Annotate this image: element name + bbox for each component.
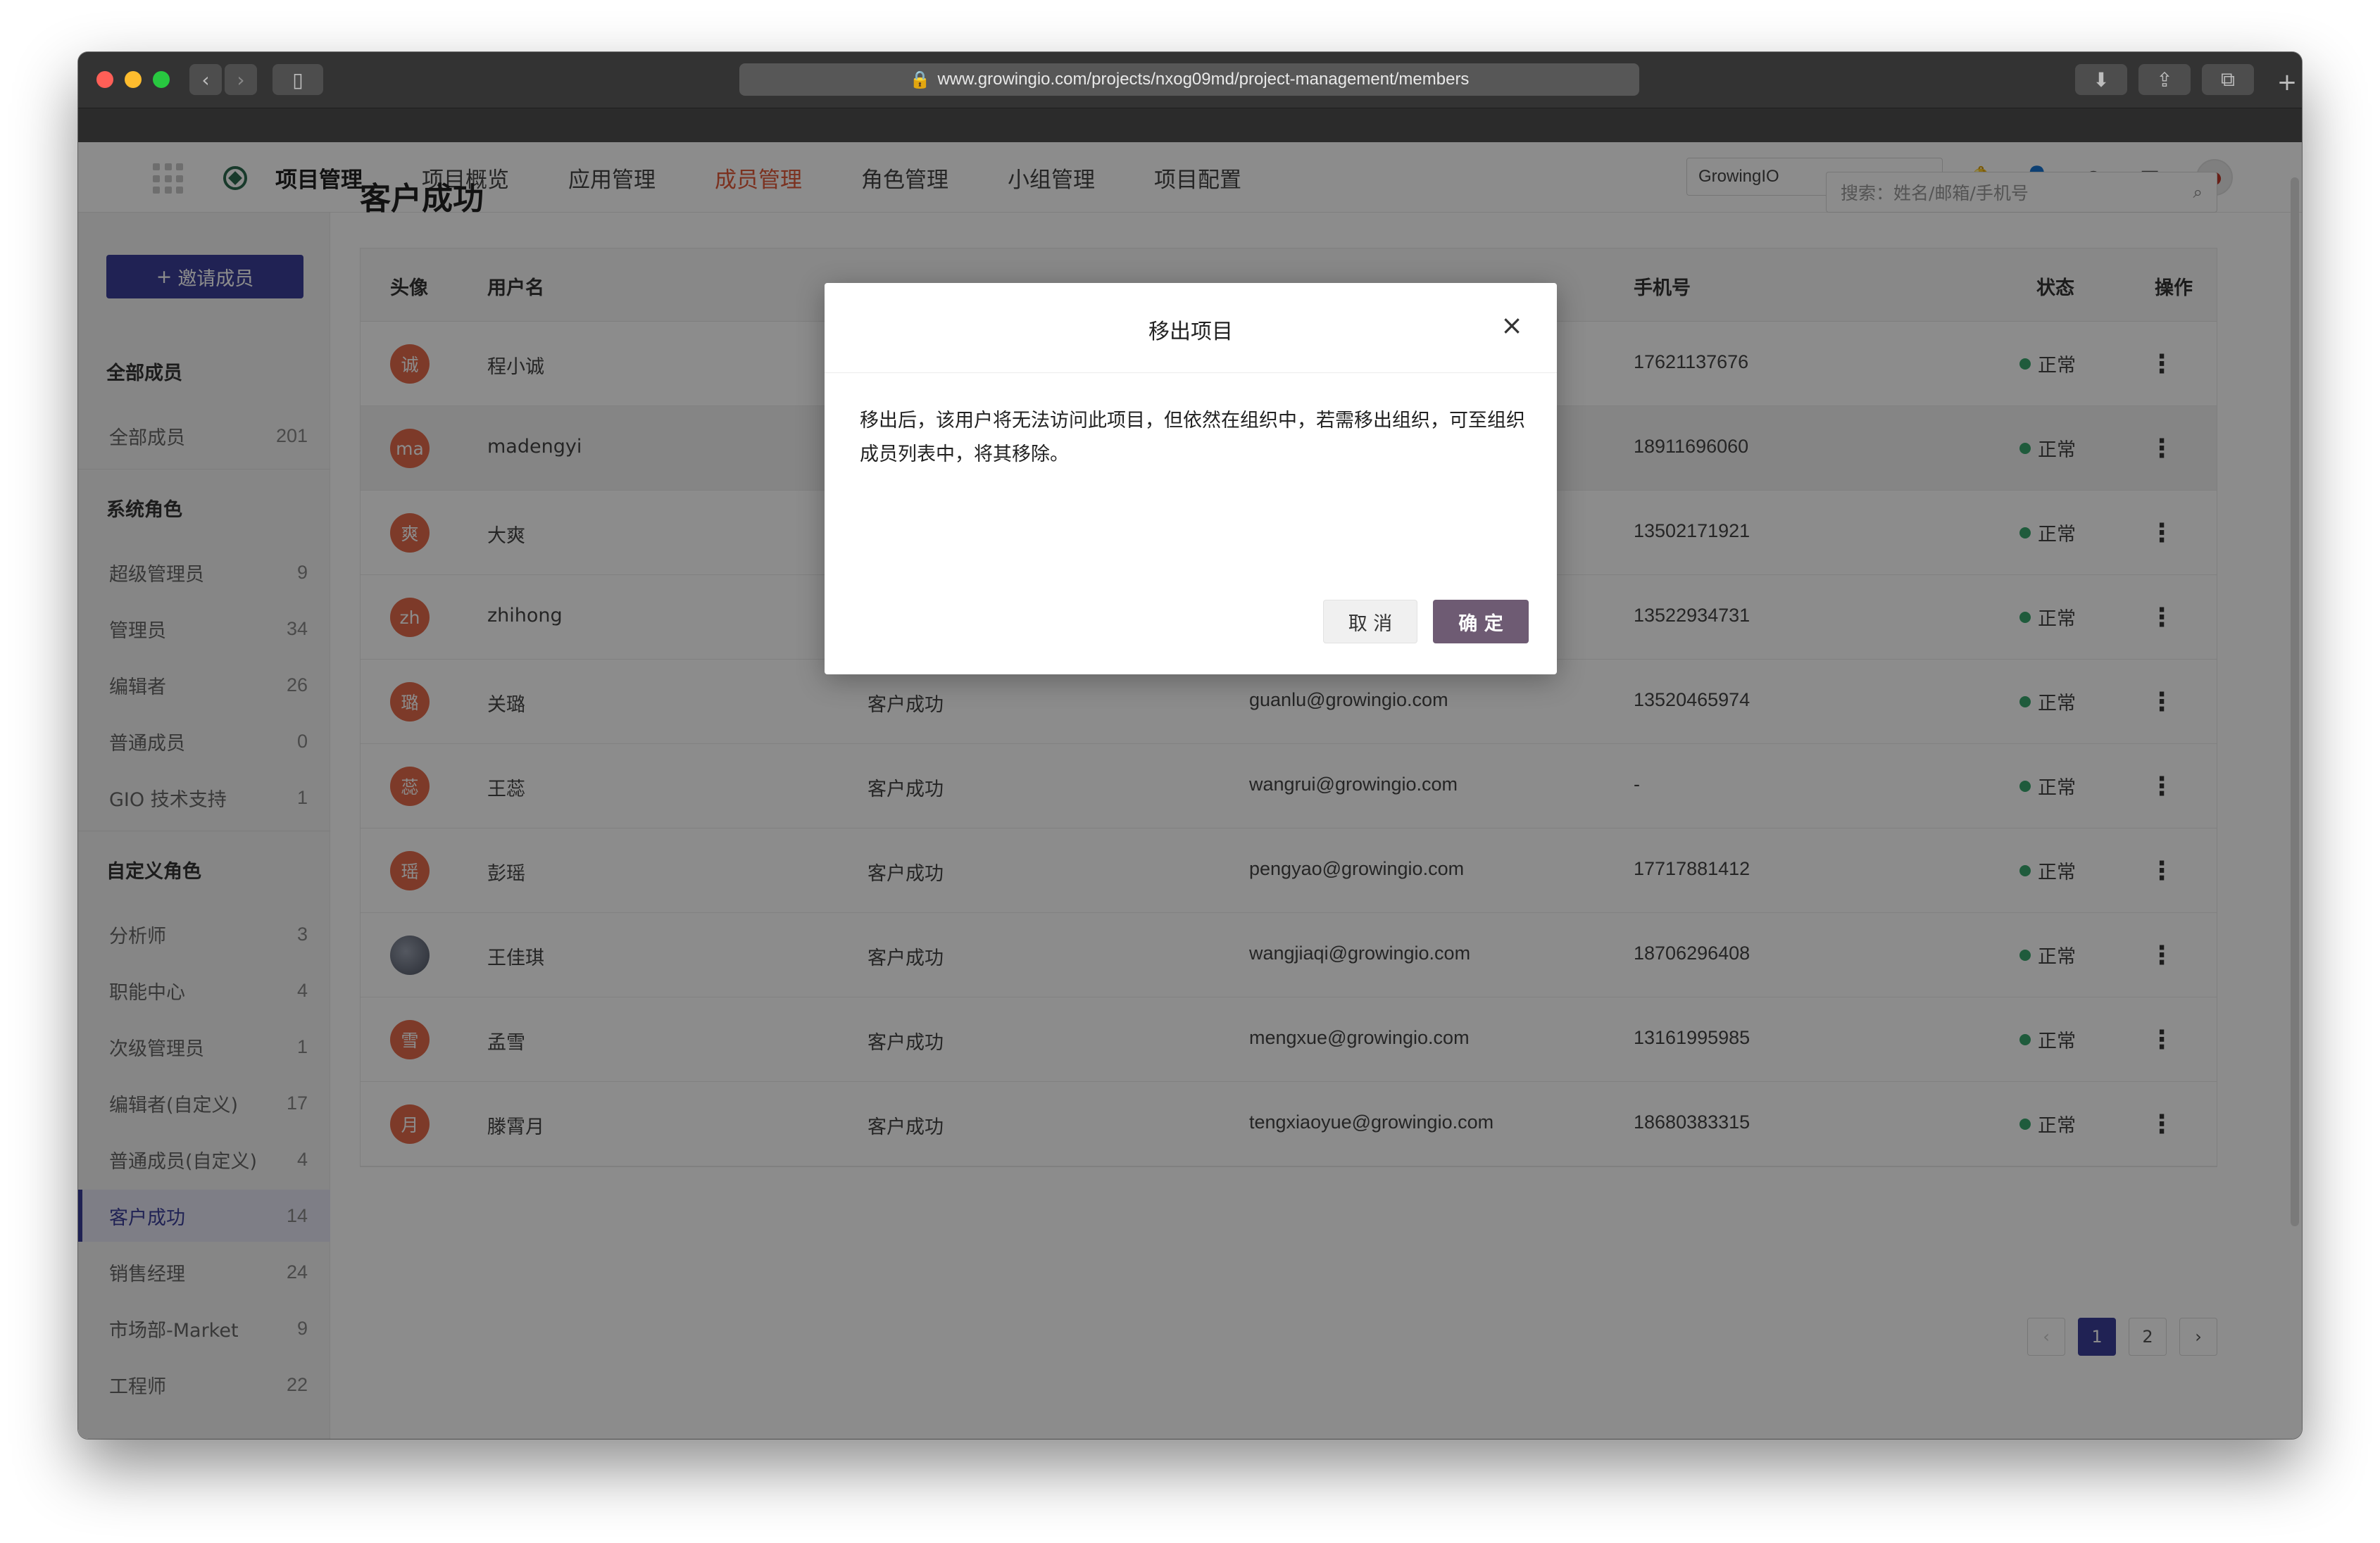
address-bar[interactable]: 🔒 www.growingio.com/projects/nxog09md/pr… [739,63,1639,96]
scrollbar[interactable] [2291,177,2299,1226]
download-icon[interactable]: ⬇ [2075,64,2127,95]
browser-window: ‹ › ▯ 🔒 www.growingio.com/projects/nxog0… [78,52,2302,1439]
dialog-message: 移出后，该用户将无法访问此项目，但依然在组织中，若需移出组织，可至组织成员列表中… [860,410,1525,465]
dialog-title: 移出项目 [1148,320,1233,344]
close-icon[interactable]: × [1498,310,1526,341]
sidebar-toggle-icon[interactable]: ▯ [273,64,323,95]
url-text: www.growingio.com/projects/nxog09md/proj… [937,70,1470,89]
forward-icon[interactable]: › [225,64,257,95]
back-icon[interactable]: ‹ [189,64,222,95]
confirm-button[interactable]: 确 定 [1433,600,1529,643]
share-icon[interactable]: ⇪ [2138,64,2191,95]
dialog-header: 移出项目 × [825,283,1557,373]
remove-from-project-dialog: 移出项目 × 移出后，该用户将无法访问此项目，但依然在组织中，若需移出组织，可至… [825,283,1557,674]
close-window-button[interactable] [96,71,113,88]
zoom-window-button[interactable] [153,71,170,88]
tabs-overview-icon[interactable]: ⧉ [2202,64,2254,95]
cancel-button[interactable]: 取 消 [1323,600,1417,643]
lock-icon: 🔒 [909,70,931,89]
browser-toolbar: ‹ › ▯ 🔒 www.growingio.com/projects/nxog0… [78,52,2302,108]
browser-chrome: ‹ › ▯ 🔒 www.growingio.com/projects/nxog0… [78,52,2302,142]
new-tab-icon[interactable]: + [2272,68,2302,97]
minimize-window-button[interactable] [125,71,142,88]
